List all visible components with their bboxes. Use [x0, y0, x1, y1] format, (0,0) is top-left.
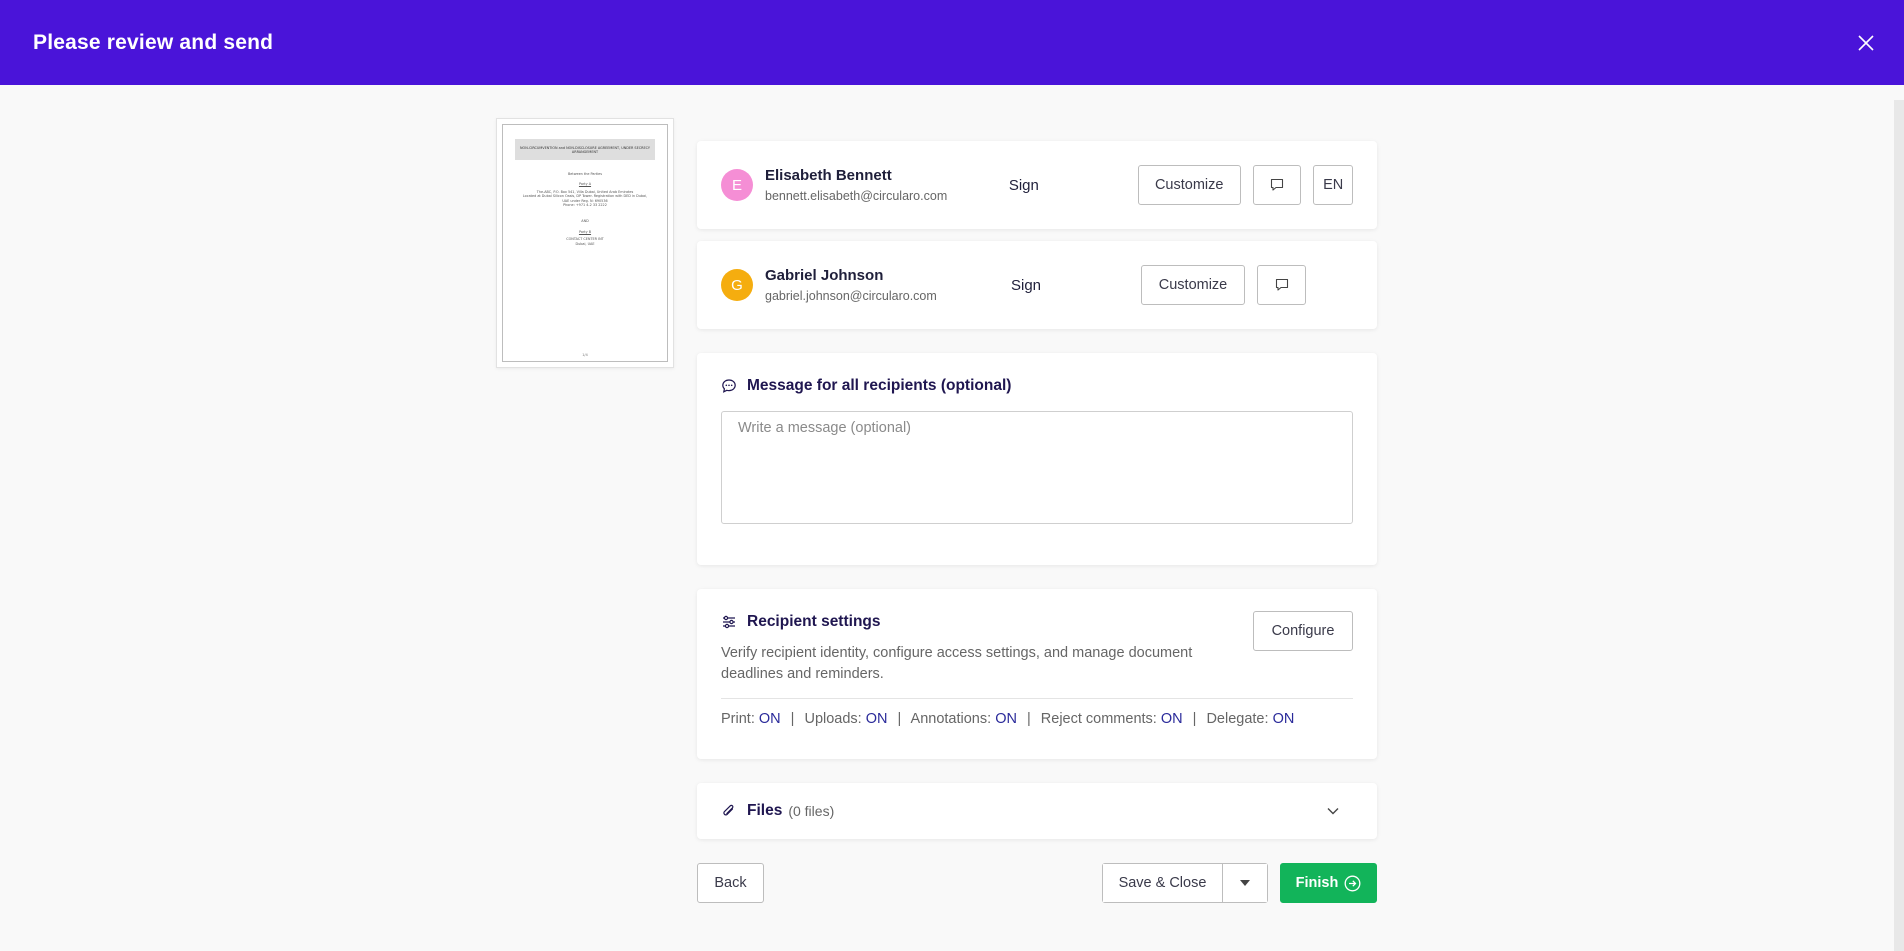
setting-value: ON: [1160, 711, 1183, 727]
recipient-action: Sign: [1008, 176, 1039, 194]
settings-section-title: Recipient settings: [721, 613, 1221, 631]
files-title: Files: [747, 802, 783, 819]
separator: |: [1026, 711, 1031, 727]
setting-label: Reject comments:: [1040, 711, 1157, 727]
save-close-button[interactable]: Save & Close: [1103, 864, 1223, 902]
paperclip-icon: [723, 804, 734, 816]
recipient-comment-button[interactable]: [1257, 265, 1306, 305]
recipient-email: gabriel.johnson@circularo.com: [765, 289, 937, 303]
recipient-row: G Gabriel Johnson gabriel.johnson@circul…: [697, 241, 1377, 329]
save-options-button[interactable]: [1223, 864, 1267, 902]
doc-party-a-line: Located at Dubai Silicon Oasis, DP Tower…: [522, 194, 648, 199]
files-card[interactable]: Files (0 files): [697, 783, 1377, 839]
setting-label: Delegate:: [1206, 711, 1269, 727]
customize-button[interactable]: Customize: [1137, 165, 1241, 205]
configure-button[interactable]: Configure: [1253, 611, 1353, 651]
page-scrollbar[interactable]: [1894, 100, 1904, 951]
setting-label: Annotations:: [910, 711, 992, 727]
close-button[interactable]: [1854, 31, 1878, 55]
save-close-group: Save & Close: [1102, 863, 1268, 903]
arrow-circle-right-icon: [1344, 875, 1361, 891]
files-count: (0 files): [788, 803, 835, 819]
caret-down-icon: [1240, 880, 1250, 886]
files-section-title: Files (0 files): [721, 802, 834, 820]
document-page: NON-CIRCUMVENTION and NON-DISCLOSURE AGR…: [502, 124, 668, 362]
chat-bubble-icon: [722, 379, 736, 393]
recipient-action: Sign: [1011, 276, 1042, 294]
document-thumbnail[interactable]: NON-CIRCUMVENTION and NON-DISCLOSURE AGR…: [496, 118, 674, 368]
page-title: Please review and send: [33, 30, 274, 54]
settings-description: Verify recipient identity, configure acc…: [721, 645, 1193, 682]
message-input[interactable]: [721, 411, 1353, 524]
setting-label: Print:: [721, 711, 755, 727]
footer-actions: Back Save & Close Finish: [697, 863, 1377, 903]
chevron-down-icon[interactable]: [1325, 803, 1341, 819]
avatar: E: [721, 169, 753, 201]
finish-label: Finish: [1295, 875, 1339, 891]
recipient-comment-button[interactable]: [1252, 165, 1302, 205]
setting-value: ON: [758, 711, 781, 727]
recipient-name: Elisabeth Bennett: [765, 167, 892, 184]
doc-heading: NON-CIRCUMVENTION and NON-DISCLOSURE AGR…: [515, 139, 655, 160]
setting-value: ON: [1272, 711, 1295, 727]
recipient-info: Gabriel Johnson gabriel.johnson@circular…: [765, 267, 1011, 303]
recipient-info: Elisabeth Bennett bennett.elisabeth@circ…: [765, 167, 1009, 203]
separator: |: [897, 711, 902, 727]
doc-page-number: 1/4: [582, 353, 588, 357]
setting-value: ON: [995, 711, 1017, 727]
close-icon: [1858, 34, 1874, 51]
avatar: G: [721, 269, 753, 301]
customize-button[interactable]: Customize: [1141, 265, 1245, 305]
divider: [721, 698, 1353, 699]
setting-label: Uploads:: [804, 711, 862, 727]
settings-title: Recipient settings: [747, 613, 881, 630]
message-card: Message for all recipients (optional): [697, 353, 1377, 565]
doc-party-b-line: Dubai, UAE: [575, 241, 595, 246]
header-bar: Please review and send: [0, 0, 1904, 85]
setting-value: ON: [865, 711, 888, 727]
language-button[interactable]: EN: [1313, 165, 1353, 205]
comment-icon: [1275, 278, 1288, 291]
recipient-settings-card: Recipient settings Verify recipient iden…: [697, 589, 1377, 759]
message-title: Message for all recipients (optional): [747, 377, 1012, 394]
separator: |: [790, 711, 795, 727]
message-section-title: Message for all recipients (optional): [721, 377, 1353, 395]
recipient-email: bennett.elisabeth@circularo.com: [765, 189, 948, 203]
recipient-name: Gabriel Johnson: [765, 267, 884, 284]
separator: |: [1192, 711, 1197, 727]
recipient-row: E Elisabeth Bennett bennett.elisabeth@ci…: [697, 141, 1377, 229]
comment-icon: [1270, 178, 1284, 191]
finish-button[interactable]: Finish: [1280, 863, 1377, 903]
sliders-icon: [723, 615, 735, 629]
back-button[interactable]: Back: [697, 863, 764, 903]
settings-summary: Print: ON | Uploads: ON | Annotations: O…: [721, 711, 1353, 727]
